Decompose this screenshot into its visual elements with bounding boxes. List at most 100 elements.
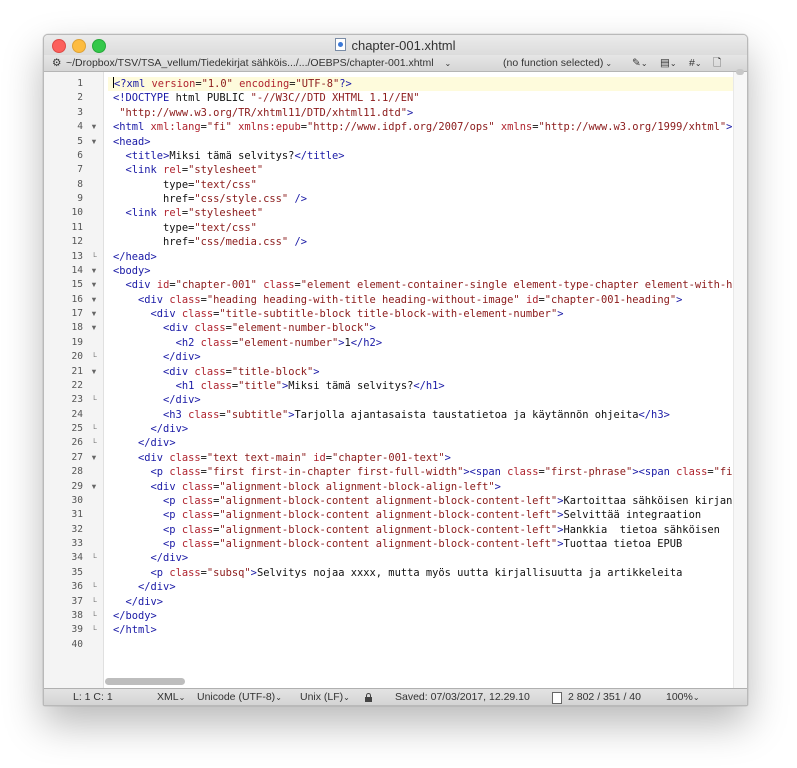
code-line[interactable]: 38 └ </body> (44, 609, 747, 623)
syntax-menu[interactable]: XML⌄ (157, 689, 185, 705)
gear-icon[interactable]: ⚙ (52, 55, 61, 71)
code-text[interactable]: <h1 class="title">Miksi tämä selvitys?</… (113, 379, 733, 393)
xhtml-document-icon[interactable] (335, 38, 347, 51)
code-line[interactable]: 26 └ </div> (44, 436, 747, 450)
code-line[interactable]: 37 └ </div> (44, 595, 747, 609)
lock-icon[interactable] (365, 689, 372, 705)
code-line[interactable]: 23 └ </div> (44, 393, 747, 407)
fold-toggle-icon[interactable]: ▼ (89, 321, 99, 335)
line-endings-menu[interactable]: Unix (LF)⌄ (300, 689, 350, 705)
file-path-menu[interactable]: ~/Dropbox/TSV/TSA_vellum/Tiedekirjat säh… (66, 55, 451, 72)
cursor-position[interactable]: L: 1 C: 1 (73, 689, 113, 705)
code-text[interactable]: href="css/style.css" /> (113, 192, 733, 206)
code-text[interactable]: </div> (113, 350, 733, 364)
code-line[interactable]: 15 ▼ <div id="chapter-001" class="element… (44, 278, 747, 292)
code-line[interactable]: 10 <link rel="stylesheet" (44, 206, 747, 220)
zoom-menu[interactable]: 100%⌄ (666, 689, 700, 705)
code-line[interactable]: 30 <p class="alignment-block-content ali… (44, 494, 747, 508)
code-line[interactable]: 1 <?xml version="1.0" encoding="UTF-8"?> (44, 77, 747, 92)
code-line[interactable]: 25 └ </div> (44, 422, 747, 436)
fold-toggle-icon[interactable]: ▼ (89, 120, 99, 134)
code-text[interactable]: </div> (113, 551, 733, 565)
code-text[interactable]: type="text/css" (113, 178, 733, 192)
fold-toggle-icon[interactable]: ▼ (89, 264, 99, 278)
code-text[interactable]: </div> (113, 393, 733, 407)
code-text[interactable]: </body> (113, 609, 733, 623)
bookmark-menu[interactable]: ✎⌄ (632, 55, 648, 72)
code-text[interactable]: <div class="element-number-block"> (113, 321, 733, 335)
code-line[interactable]: 11 type="text/css" (44, 221, 747, 235)
fold-toggle-icon[interactable]: ▼ (89, 135, 99, 149)
code-text[interactable]: <div class="text text-main" id="chapter-… (113, 451, 733, 465)
code-line[interactable]: 40 (44, 638, 747, 652)
code-text[interactable]: </div> (113, 595, 733, 609)
code-line[interactable]: 35 <p class="subsq">Selvitys nojaa xxxx,… (44, 566, 747, 580)
fold-toggle-icon[interactable]: ▼ (89, 307, 99, 321)
code-line[interactable]: 28 <p class="first first-in-chapter firs… (44, 465, 747, 479)
code-line[interactable]: 13 └ </head> (44, 250, 747, 264)
code-text[interactable]: <p class="subsq">Selvitys nojaa xxxx, mu… (113, 566, 733, 580)
function-menu[interactable]: (no function selected) ⌄ (503, 55, 612, 72)
code-line[interactable]: 36 └ </div> (44, 580, 747, 594)
code-line[interactable]: 8 type="text/css" (44, 178, 747, 192)
horizontal-scrollbar[interactable] (104, 674, 733, 688)
code-text[interactable]: <body> (113, 264, 733, 278)
code-text[interactable]: <div id="chapter-001" class="element ele… (113, 278, 733, 292)
code-text[interactable]: <?xml version="1.0" encoding="UTF-8"?> (108, 77, 733, 92)
code-text[interactable]: </div> (113, 580, 733, 594)
code-text[interactable]: <link rel="stylesheet" (113, 206, 733, 220)
code-line[interactable]: 5 ▼ <head> (44, 135, 747, 149)
code-line[interactable]: 21 ▼ <div class="title-block"> (44, 365, 747, 379)
code-text[interactable]: <h3 class="subtitle">Tarjolla ajantasais… (113, 408, 733, 422)
title-bar[interactable]: chapter-001.xhtml (44, 35, 747, 55)
code-text[interactable]: <p class="alignment-block-content alignm… (113, 537, 733, 551)
code-text[interactable]: </head> (113, 250, 733, 264)
code-text[interactable]: <div class="title-subtitle-block title-b… (113, 307, 733, 321)
code-line[interactable]: 18 ▼ <div class="element-number-block"> (44, 321, 747, 335)
fold-toggle-icon[interactable]: ▼ (89, 278, 99, 292)
code-text[interactable]: type="text/css" (113, 221, 733, 235)
code-line[interactable]: 16 ▼ <div class="heading heading-with-tit… (44, 293, 747, 307)
horizontal-scroll-thumb[interactable] (105, 678, 185, 685)
vertical-scrollbar[interactable] (733, 69, 747, 688)
document-stats[interactable]: 2 802 / 351 / 40 (568, 689, 641, 705)
code-text[interactable]: <div class="title-block"> (113, 365, 733, 379)
code-line[interactable]: 29 ▼ <div class="alignment-block alignmen… (44, 480, 747, 494)
code-line[interactable]: 31 <p class="alignment-block-content ali… (44, 508, 747, 522)
code-lines[interactable]: 1 <?xml version="1.0" encoding="UTF-8"?> 2… (44, 77, 747, 652)
code-text[interactable]: </html> (113, 623, 733, 637)
code-text[interactable]: <p class="first first-in-chapter first-f… (113, 465, 733, 479)
code-line[interactable]: 34 └ </div> (44, 551, 747, 565)
code-text[interactable]: <head> (113, 135, 733, 149)
code-line[interactable]: 27 ▼ <div class="text text-main" id="chap… (44, 451, 747, 465)
code-line[interactable]: 7 <link rel="stylesheet" (44, 163, 747, 177)
fold-toggle-icon[interactable]: ▼ (89, 293, 99, 307)
document-menu[interactable]: ▤⌄ (660, 55, 677, 72)
code-line[interactable]: 39 └ </html> (44, 623, 747, 637)
code-text[interactable]: </div> (113, 422, 733, 436)
code-line[interactable]: 12 href="css/media.css" /> (44, 235, 747, 249)
code-text[interactable]: <div class="heading heading-with-title h… (113, 293, 733, 307)
code-line[interactable]: 4 ▼ <html xml:lang="fi" xmlns:epub="http:/… (44, 120, 747, 134)
code-text[interactable]: <div class="alignment-block alignment-bl… (113, 480, 733, 494)
code-text[interactable]: <title>Miksi tämä selvitys?</title> (113, 149, 733, 163)
code-line[interactable]: 9 href="css/style.css" /> (44, 192, 747, 206)
code-text[interactable]: <p class="alignment-block-content alignm… (113, 494, 733, 508)
code-line[interactable]: 24 <h3 class="subtitle">Tarjolla ajantas… (44, 408, 747, 422)
code-text[interactable]: <html xml:lang="fi" xmlns:epub="http://w… (113, 120, 733, 134)
encoding-menu[interactable]: Unicode (UTF-8)⌄ (197, 689, 282, 705)
counterpart-menu[interactable]: #⌄ (689, 55, 702, 72)
code-text[interactable]: <!DOCTYPE html PUBLIC "-//W3C//DTD XHTML… (113, 91, 733, 105)
code-text[interactable]: <h2 class="element-number">1</h2> (113, 336, 733, 350)
code-line[interactable]: 17 ▼ <div class="title-subtitle-block tit… (44, 307, 747, 321)
code-line[interactable]: 6 <title>Miksi tämä selvitys?</title> (44, 149, 747, 163)
fold-toggle-icon[interactable]: ▼ (89, 365, 99, 379)
code-text[interactable]: <p class="alignment-block-content alignm… (113, 508, 733, 522)
vertical-scroll-thumb[interactable] (736, 69, 744, 75)
code-line[interactable]: 14 ▼ <body> (44, 264, 747, 278)
code-line[interactable]: 2 <!DOCTYPE html PUBLIC "-//W3C//DTD XHTM… (44, 91, 747, 105)
file-icon[interactable]: 🗋 (713, 55, 721, 71)
code-text[interactable]: href="css/media.css" /> (113, 235, 733, 249)
code-text[interactable]: "http://www.w3.org/TR/xhtml11/DTD/xhtml1… (113, 106, 733, 120)
code-line[interactable]: 19 <h2 class="element-number">1</h2> (44, 336, 747, 350)
